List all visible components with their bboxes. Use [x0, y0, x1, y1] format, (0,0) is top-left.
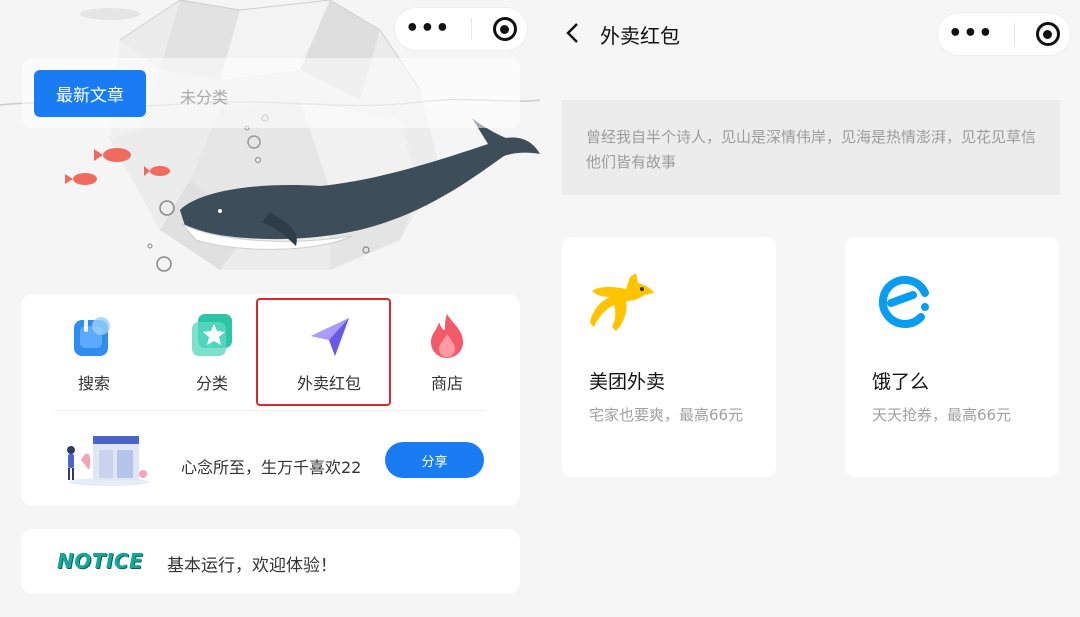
- share-button[interactable]: 分享: [385, 442, 484, 478]
- search-icon: [70, 312, 118, 360]
- tab-latest-articles[interactable]: 最新文章: [34, 70, 146, 117]
- menu-item-shop[interactable]: 商店: [407, 312, 487, 394]
- coupon-card-meituan[interactable]: 美团外卖 宅家也要爽，最高66元: [562, 237, 776, 477]
- card-name-meituan: 美团外卖: [589, 371, 666, 393]
- back-chevron-icon[interactable]: [562, 22, 584, 44]
- more-icon[interactable]: •••: [948, 23, 993, 45]
- more-icon[interactable]: •••: [405, 18, 450, 40]
- close-target-icon[interactable]: [1035, 22, 1060, 46]
- tab-uncategorized[interactable]: 未分类: [180, 84, 228, 108]
- card-desc-meituan: 宅家也要爽，最高66元: [589, 406, 744, 424]
- flame-icon: [423, 312, 471, 360]
- left-screen: ••• 最新文章 未分类 搜索 分类 外卖红包 商店 心念所至，生万千喜欢22 …: [0, 0, 540, 617]
- notice-logo: NOTICE: [57, 549, 144, 573]
- capsule-divider: [1014, 23, 1016, 45]
- menu-card: 搜索 分类 外卖红包 商店 心念所至，生万千喜欢22 分享: [21, 294, 520, 506]
- send-arrow-icon: [305, 312, 353, 360]
- intro-text: 曾经我自半个诗人，见山是深情伟岸，见海是热情澎湃，见花见草信他们皆有故事: [586, 128, 1037, 171]
- menu-label-category: 分类: [195, 374, 228, 393]
- intro-banner: 曾经我自半个诗人，见山是深情伟岸，见海是热情澎湃，见花见草信他们皆有故事: [562, 100, 1060, 195]
- meituan-kangaroo-icon: [586, 267, 656, 337]
- coupon-card-eleme[interactable]: 饿了么 天天抢券，最高66元: [845, 237, 1059, 477]
- menu-item-takeout-coupon[interactable]: 外卖红包: [289, 312, 369, 394]
- card-name-eleme: 饿了么: [872, 371, 930, 393]
- share-illustration: [59, 430, 151, 488]
- menu-item-category[interactable]: 分类: [172, 312, 252, 394]
- eleme-logo-icon: [869, 267, 939, 337]
- miniprogram-capsule: •••: [395, 8, 527, 50]
- notice-text: 基本运行，欢迎体验！: [167, 556, 337, 576]
- share-text: 心念所至，生万千喜欢22: [181, 458, 362, 477]
- menu-divider: [55, 410, 485, 411]
- capsule-divider: [471, 18, 473, 40]
- menu-item-search[interactable]: 搜索: [54, 312, 134, 394]
- menu-label-takeout-coupon: 外卖红包: [296, 374, 361, 393]
- menu-label-shop: 商店: [430, 374, 463, 393]
- page-title: 外卖红包: [600, 24, 680, 48]
- miniprogram-capsule: •••: [938, 13, 1070, 55]
- menu-label-search: 搜索: [77, 374, 110, 393]
- notice-card: NOTICE 基本运行，欢迎体验！: [21, 529, 520, 594]
- card-desc-eleme: 天天抢券，最高66元: [872, 406, 1012, 424]
- close-target-icon[interactable]: [492, 17, 517, 41]
- category-star-icon: [188, 312, 236, 360]
- right-screen: 外卖红包 ••• 曾经我自半个诗人，见山是深情伟岸，见海是热情澎湃，见花见草信他…: [540, 0, 1080, 617]
